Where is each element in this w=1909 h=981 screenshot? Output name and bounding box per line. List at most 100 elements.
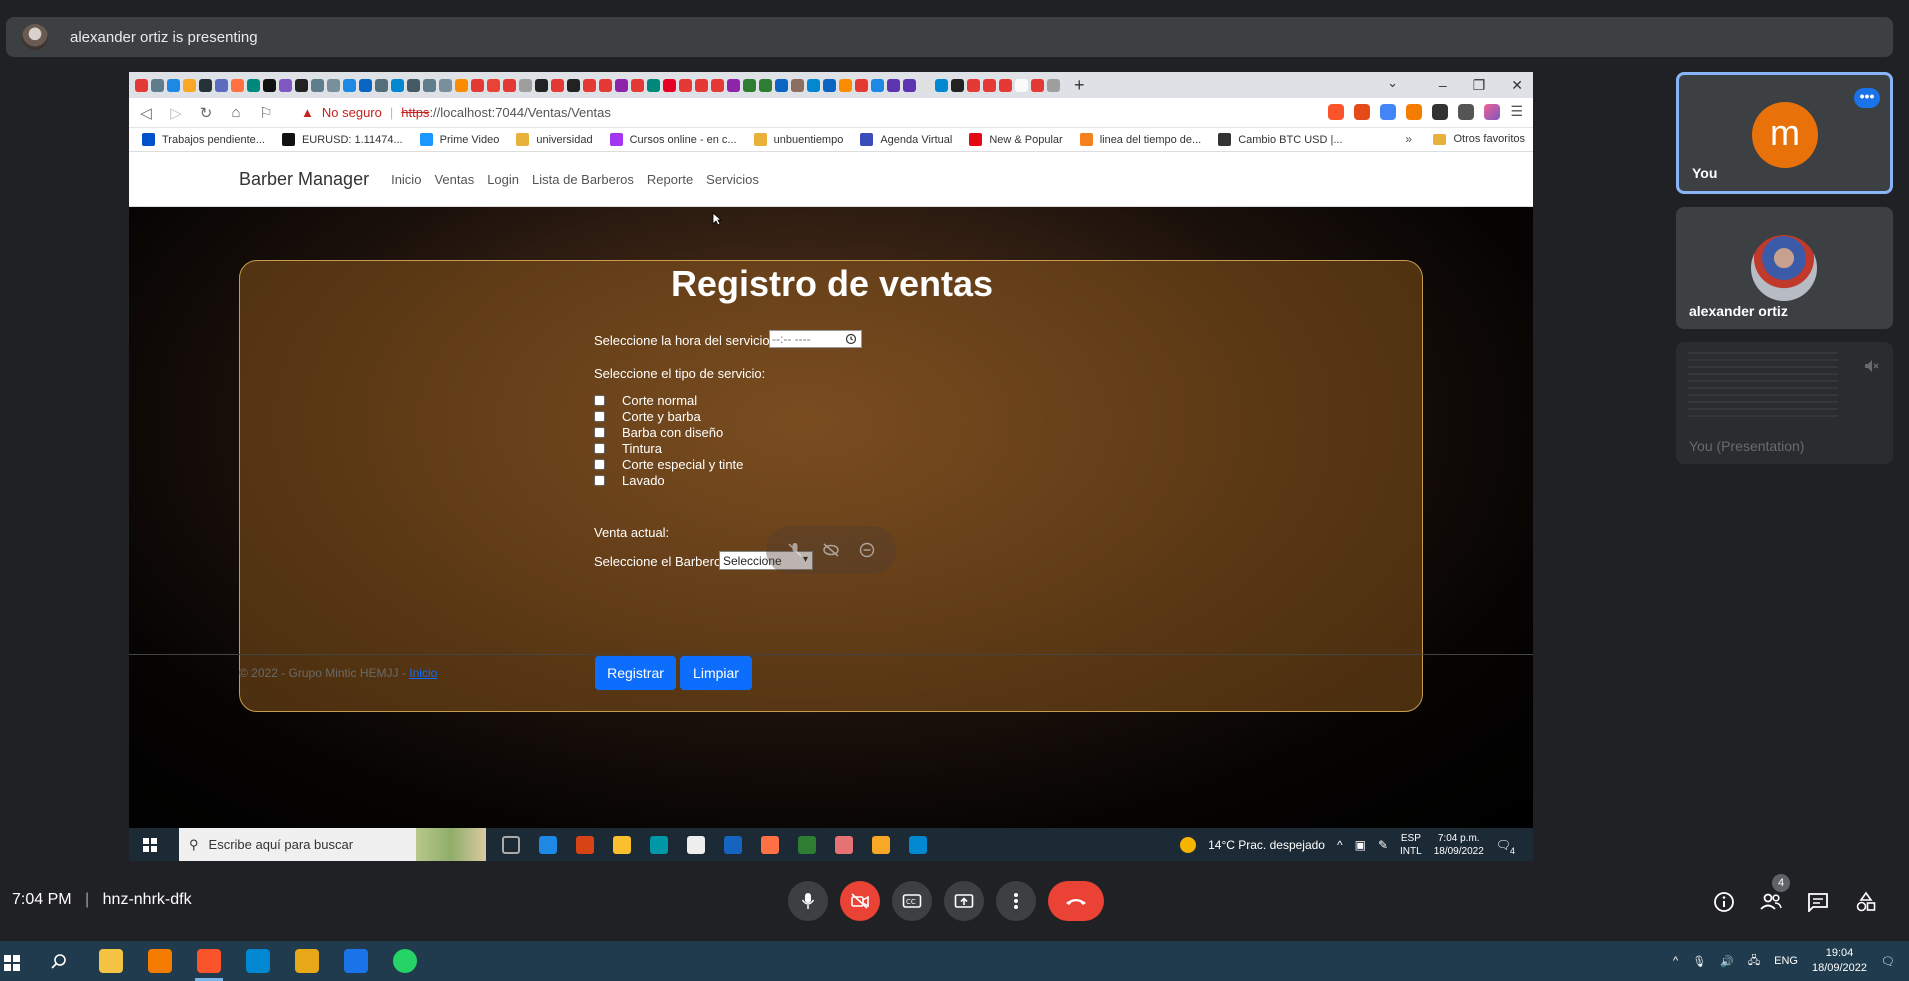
firefox-icon[interactable] — [761, 835, 779, 854]
people-button[interactable] — [1759, 890, 1783, 914]
bookmark-item[interactable]: universidad — [516, 133, 593, 146]
bookmark-item[interactable]: Cursos online - en c... — [609, 133, 737, 146]
checkbox[interactable] — [594, 427, 605, 438]
tab-search-chevron-icon[interactable]: ⌄ — [1387, 75, 1398, 91]
store-icon[interactable] — [687, 835, 705, 854]
chevron-up-icon[interactable]: ^ — [1673, 955, 1678, 967]
vscode-icon[interactable] — [246, 949, 270, 973]
bookmark-item[interactable]: linea del tiempo de... — [1079, 133, 1201, 146]
minimize-circle-icon[interactable] — [859, 542, 875, 558]
close-icon[interactable]: ✕ — [1511, 77, 1523, 94]
task-view-icon[interactable] — [502, 835, 520, 854]
more-options-button[interactable] — [996, 881, 1036, 921]
bookmark-item[interactable]: EURUSD: 1.11474... — [281, 133, 403, 146]
app-icon-2[interactable] — [872, 835, 890, 854]
clock-icon[interactable] — [845, 333, 857, 345]
present-button[interactable] — [944, 881, 984, 921]
checkbox[interactable] — [594, 459, 605, 470]
chrome-app-icon[interactable] — [835, 835, 853, 854]
file-explorer-icon[interactable] — [613, 835, 631, 854]
system-clock[interactable]: 19:04 18/09/2022 — [1812, 946, 1867, 976]
chat-button[interactable] — [1806, 890, 1830, 914]
clear-button[interactable]: Limpiar — [680, 656, 752, 690]
service-option-corte-especial-y-tinte[interactable]: Corte especial y tinte — [594, 457, 743, 472]
checkbox[interactable] — [594, 395, 605, 406]
bookmark-item[interactable]: unbuentiempo — [753, 133, 843, 146]
meeting-code[interactable]: hnz-nhrk-dfk — [103, 891, 192, 908]
nav-servicios[interactable]: Servicios — [706, 172, 759, 187]
mic-icon[interactable]: 🎙 — [1692, 955, 1706, 968]
checkbox[interactable] — [594, 411, 605, 422]
notification-icon[interactable]: 🗨 4 — [1496, 838, 1515, 856]
bookmark-item[interactable]: Prime Video — [419, 133, 499, 146]
bookmarks-overflow-icon[interactable]: » — [1405, 132, 1412, 146]
edge-icon[interactable] — [650, 835, 668, 854]
checkbox[interactable] — [594, 475, 605, 486]
restore-icon[interactable]: ❐ — [1473, 77, 1486, 94]
nav-inicio[interactable]: Inicio — [391, 172, 421, 187]
windows-start-icon[interactable] — [4, 955, 20, 971]
captions-button[interactable]: CC — [892, 881, 932, 921]
minimize-icon[interactable]: – — [1439, 77, 1447, 93]
service-option-corte-normal[interactable]: Corte normal — [594, 393, 697, 408]
taskbar-search-box[interactable]: ⚲ Escribe aquí para buscar — [179, 828, 486, 861]
volume-icon[interactable]: 🔊 — [1720, 955, 1734, 968]
brave-browser-icon[interactable] — [197, 949, 221, 973]
brave-shield-icon[interactable] — [1328, 103, 1345, 120]
end-call-button[interactable] — [1048, 881, 1104, 921]
wallet-icon[interactable] — [1458, 103, 1475, 120]
sublime-icon[interactable] — [148, 949, 172, 973]
url-field[interactable]: ▲ No seguro | https ://localhost:7044/Ve… — [301, 105, 611, 120]
bookmark-item[interactable]: New & Popular — [969, 133, 1063, 146]
inner-clock[interactable]: 7:04 p.m. 18/09/2022 — [1434, 832, 1484, 858]
footer-link-inicio[interactable]: Inicio — [409, 666, 437, 680]
register-button[interactable]: Registrar — [595, 656, 676, 690]
service-option-lavado[interactable]: Lavado — [594, 473, 665, 488]
powerpoint-icon[interactable] — [576, 835, 594, 854]
language-indicator[interactable]: ENG — [1774, 955, 1798, 967]
meeting-details-button[interactable] — [1712, 890, 1736, 914]
brave-rewards-icon[interactable] — [1354, 103, 1371, 120]
mic-button[interactable] — [788, 881, 828, 921]
reload-icon[interactable]: ↻ — [199, 104, 213, 122]
windows-start-icon[interactable] — [143, 837, 163, 852]
back-icon[interactable]: ◁ — [139, 104, 153, 122]
notifications-icon[interactable]: 🗨 — [1881, 955, 1895, 968]
language-indicator[interactable]: ESP INTL — [1400, 832, 1422, 858]
app-icon-2[interactable] — [344, 949, 368, 973]
profile-icon[interactable] — [1484, 103, 1501, 120]
search-icon[interactable] — [50, 953, 68, 971]
puzzle-icon[interactable] — [1432, 103, 1449, 120]
time-input[interactable]: --:-- ---- — [769, 330, 862, 348]
whatsapp-icon[interactable] — [393, 949, 417, 973]
more-options-icon[interactable]: ••• — [1854, 88, 1880, 108]
participant-tile-presentation[interactable]: You (Presentation) — [1676, 342, 1893, 464]
visibility-off-icon[interactable] — [822, 542, 840, 558]
menu-icon[interactable]: ☰ — [1510, 103, 1523, 120]
extension-icon[interactable] — [1406, 103, 1423, 120]
chevron-up-icon[interactable]: ^ — [1337, 838, 1343, 852]
tray-app-icon[interactable]: ▣ — [1355, 838, 1366, 852]
nav-login[interactable]: Login — [487, 172, 519, 187]
activities-button[interactable] — [1854, 890, 1878, 914]
mic-off-icon[interactable] — [787, 542, 803, 558]
other-bookmarks[interactable]: Otros favoritos — [1433, 133, 1525, 145]
service-option-barba-con-diseno[interactable]: Barba con diseño — [594, 425, 723, 440]
participant-tile-alexander[interactable]: alexander ortiz — [1676, 207, 1893, 329]
nav-ventas[interactable]: Ventas — [434, 172, 474, 187]
pen-icon[interactable]: ✎ — [1378, 838, 1388, 852]
app-icon[interactable] — [539, 835, 557, 854]
service-option-tintura[interactable]: Tintura — [594, 441, 662, 456]
bookmark-item[interactable]: Trabajos pendiente... — [142, 133, 265, 146]
checkbox[interactable] — [594, 443, 605, 454]
new-tab-icon[interactable]: + — [1074, 75, 1085, 96]
bookmark-icon[interactable]: ⚐ — [259, 104, 273, 122]
participant-tile-you[interactable]: m ••• You — [1676, 72, 1893, 194]
app-icon[interactable] — [295, 949, 319, 973]
forward-icon[interactable]: ▷ — [169, 104, 183, 122]
weather-text[interactable]: 14°C Prac. despejado — [1208, 838, 1325, 852]
bookmark-item[interactable]: Agenda Virtual — [860, 133, 952, 146]
home-icon[interactable]: ⌂ — [229, 104, 243, 121]
network-icon[interactable]: 🖧 — [1748, 952, 1760, 971]
bookmark-item[interactable]: Cambio BTC USD |... — [1218, 133, 1343, 146]
